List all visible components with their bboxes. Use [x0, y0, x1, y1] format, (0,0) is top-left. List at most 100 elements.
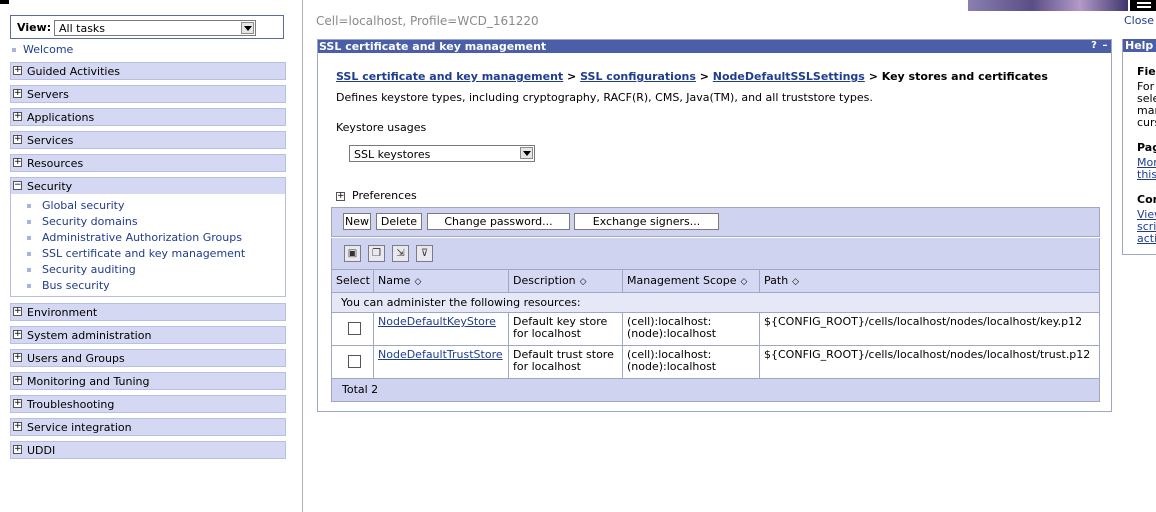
- nav-welcome-link[interactable]: Welcome: [12, 43, 73, 56]
- name-cell: NodeDefaultTrustStore: [374, 346, 509, 378]
- nav-item-uddi[interactable]: + UDDI: [10, 441, 286, 459]
- expand-icon[interactable]: +: [13, 330, 22, 339]
- sort-icon[interactable]: ◇: [792, 271, 799, 293]
- chevron-down-icon[interactable]: [241, 22, 254, 34]
- expand-icon[interactable]: +: [13, 89, 22, 98]
- bullet-icon: [27, 204, 31, 208]
- table-icon-toolbar: ▣ ❐ ⇲ ⊽: [331, 238, 1100, 269]
- expand-icon[interactable]: +: [13, 399, 22, 408]
- expand-icon[interactable]: +: [336, 191, 345, 201]
- expand-icon[interactable]: +: [13, 135, 22, 144]
- breadcrumb-link-ssl-cert-key-mgmt[interactable]: SSL certificate and key management: [336, 70, 563, 83]
- help-command-heading: Con: [1137, 193, 1156, 206]
- chevron-down-icon[interactable]: [520, 147, 533, 159]
- nav-item-services[interactable]: + Services: [10, 131, 286, 149]
- nav-item-security[interactable]: − Security: [10, 177, 286, 195]
- breadcrumb-separator: >: [868, 70, 878, 83]
- breadcrumb-link-ssl-configurations[interactable]: SSL configurations: [580, 70, 696, 83]
- description-cell: Default key store for localhost: [509, 313, 623, 345]
- nav-subitem-label: Security auditing: [42, 263, 136, 276]
- nav-item-environment[interactable]: + Environment: [10, 303, 286, 321]
- nav-subitem-ssl-cert-key-management[interactable]: SSL certificate and key management: [27, 247, 245, 260]
- cell-profile-text: Cell=localhost, Profile=WCD_161220: [316, 14, 539, 28]
- nav-item-resources[interactable]: + Resources: [10, 154, 286, 172]
- exchange-signers-button[interactable]: Exchange signers...: [574, 213, 719, 230]
- deselect-all-icon[interactable]: ❐: [368, 245, 385, 262]
- nav-item-label: Applications: [27, 111, 95, 124]
- nav-item-monitoring-and-tuning[interactable]: + Monitoring and Tuning: [10, 372, 286, 390]
- keystore-link[interactable]: NodeDefaultKeyStore: [378, 315, 496, 328]
- row-checkbox[interactable]: [348, 355, 361, 368]
- nav-subitem-bus-security[interactable]: Bus security: [27, 279, 110, 292]
- nav-item-guided-activities[interactable]: + Guided Activities: [10, 62, 286, 80]
- nav-item-label: Environment: [27, 306, 98, 319]
- keystore-usages-value: SSL keystores: [354, 148, 431, 161]
- table-row: NodeDefaultTrustStore Default trust stor…: [332, 345, 1099, 378]
- keystore-usages-select[interactable]: SSL keystores: [349, 145, 535, 162]
- nav-item-servers[interactable]: + Servers: [10, 85, 286, 103]
- expand-icon[interactable]: +: [13, 376, 22, 385]
- col-management-scope[interactable]: Management Scope ◇: [623, 270, 760, 292]
- nav-subitem-security-domains[interactable]: Security domains: [27, 215, 138, 228]
- expand-icon[interactable]: +: [13, 353, 22, 362]
- new-button[interactable]: New: [343, 213, 371, 230]
- breadcrumb: SSL certificate and key management > SSL…: [336, 70, 1048, 83]
- table-total: Total 2: [332, 378, 1099, 401]
- sort-icon[interactable]: ◇: [414, 271, 421, 293]
- nav-item-users-and-groups[interactable]: + Users and Groups: [10, 349, 286, 367]
- collapse-icon[interactable]: −: [13, 181, 22, 190]
- bullet-icon: [27, 236, 31, 240]
- page-description: Defines keystore types, including crypto…: [336, 91, 873, 104]
- expand-icon[interactable]: +: [13, 445, 22, 454]
- table-row: NodeDefaultKeyStore Default key store for…: [332, 312, 1099, 345]
- nav-subitem-admin-authorization-groups[interactable]: Administrative Authorization Groups: [27, 231, 242, 244]
- path-cell: ${CONFIG_ROOT}/cells/localhost/nodes/loc…: [764, 315, 1083, 328]
- col-path[interactable]: Path ◇: [760, 270, 1099, 292]
- show-filter-icon[interactable]: ⇲: [392, 245, 409, 262]
- sort-icon[interactable]: ◇: [740, 271, 747, 293]
- change-password-button[interactable]: Change password...: [427, 213, 570, 230]
- col-name[interactable]: Name ◇: [374, 270, 509, 292]
- nav-divider: [302, 0, 303, 512]
- minimize-icon[interactable]: –: [1100, 41, 1110, 51]
- scope-cell: (cell):localhost: (node):localhost: [623, 313, 760, 345]
- nav-item-label: Guided Activities: [27, 65, 120, 78]
- action-toolbar: New Delete Change password... Exchange s…: [331, 207, 1100, 237]
- portlet-header: SSL certificate and key management ? –: [318, 40, 1111, 53]
- help-icon[interactable]: ?: [1089, 41, 1099, 51]
- nav-item-system-administration[interactable]: + System administration: [10, 326, 286, 344]
- nav-subitem-global-security[interactable]: Global security: [27, 199, 125, 212]
- menu-icon[interactable]: [1130, 0, 1156, 11]
- view-select[interactable]: All tasks: [54, 20, 256, 36]
- close-link[interactable]: Close: [1124, 14, 1154, 27]
- clear-filter-icon[interactable]: ⊽: [416, 245, 433, 262]
- nav-welcome-label: Welcome: [23, 43, 74, 56]
- nav-subitem-label: Bus security: [42, 279, 110, 292]
- help-command-link[interactable]: acti: [1137, 232, 1156, 245]
- banner-graphic: [968, 0, 1128, 11]
- nav-subitem-security-auditing[interactable]: Security auditing: [27, 263, 136, 276]
- bullet-icon: [27, 268, 31, 272]
- row-checkbox[interactable]: [348, 322, 361, 335]
- select-all-icon[interactable]: ▣: [344, 245, 361, 262]
- nav-subitem-label: Administrative Authorization Groups: [42, 231, 242, 244]
- nav-item-troubleshooting[interactable]: + Troubleshooting: [10, 395, 286, 413]
- col-path-label: Path: [764, 274, 789, 287]
- expand-icon[interactable]: +: [13, 158, 22, 167]
- delete-button[interactable]: Delete: [376, 213, 422, 230]
- expand-icon[interactable]: +: [13, 112, 22, 121]
- scope-cell: (cell):localhost: (node):localhost: [623, 346, 760, 378]
- sort-icon[interactable]: ◇: [580, 271, 587, 293]
- col-name-label: Name: [378, 274, 411, 287]
- expand-icon[interactable]: +: [13, 66, 22, 75]
- col-description[interactable]: Description ◇: [509, 270, 623, 292]
- keystore-link[interactable]: NodeDefaultTrustStore: [378, 348, 503, 361]
- help-page-link[interactable]: this: [1137, 168, 1156, 181]
- expand-icon[interactable]: +: [13, 422, 22, 431]
- nav-item-service-integration[interactable]: + Service integration: [10, 418, 286, 436]
- breadcrumb-link-node-default-ssl[interactable]: NodeDefaultSSLSettings: [713, 70, 865, 83]
- keystore-table: Select Name ◇ Description ◇ Management Sco…: [331, 269, 1100, 402]
- preferences-toggle[interactable]: + Preferences: [336, 189, 417, 202]
- expand-icon[interactable]: +: [13, 307, 22, 316]
- nav-item-applications[interactable]: + Applications: [10, 108, 286, 126]
